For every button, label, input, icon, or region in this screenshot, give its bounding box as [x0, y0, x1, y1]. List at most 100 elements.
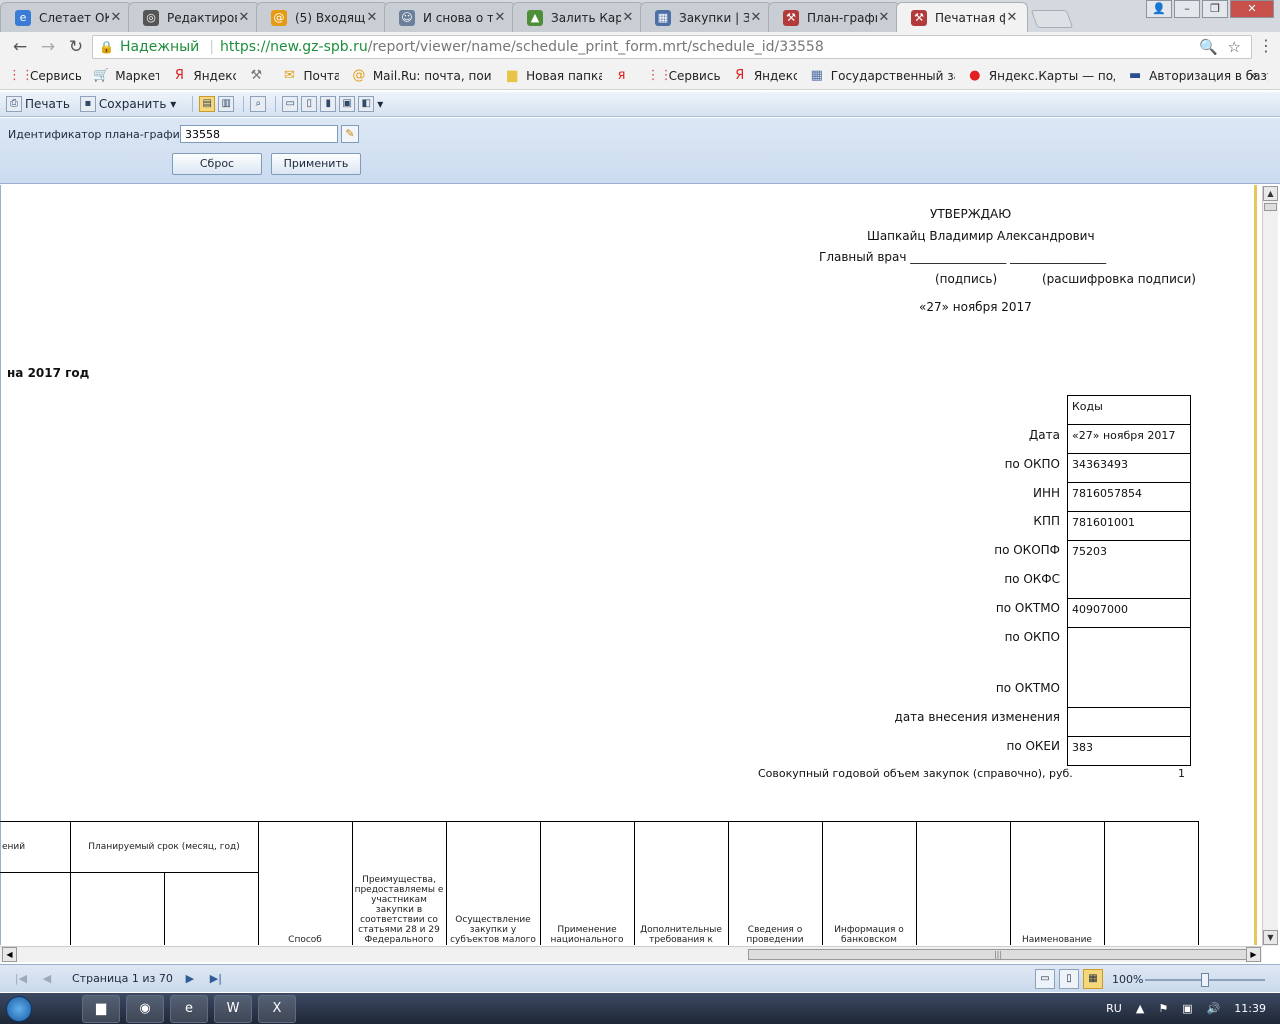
explorer-icon[interactable]: ▆ [82, 994, 120, 1023]
code-value: «27» ноября 2017 [1067, 424, 1191, 454]
chrome-menu-icon[interactable]: ⋮ [1258, 36, 1274, 55]
close-tab-icon[interactable]: ✕ [1005, 10, 1019, 25]
bookmark-item[interactable]: ▦ Государственный за [809, 68, 955, 84]
scroll-thumb[interactable] [1264, 203, 1277, 211]
zoom-icon[interactable]: 🔍 [1199, 38, 1218, 56]
close-tab-icon[interactable]: ✕ [109, 10, 123, 25]
close-tab-icon[interactable]: ✕ [621, 10, 635, 25]
toolbar-divider [243, 96, 245, 112]
header-method: Способ [257, 821, 353, 946]
scroll-up-button[interactable]: ▲ [1263, 186, 1278, 201]
bookmark-item[interactable]: ⚒ [248, 68, 269, 84]
bookmarks-panel-icon[interactable]: ▥ [218, 96, 235, 112]
zoom-slider[interactable] [1145, 973, 1265, 987]
volume-icon[interactable]: 🔊 [1207, 1002, 1221, 1015]
browser-tab[interactable]: ⚒ План-график✕ [768, 2, 900, 32]
view-mode-icon[interactable]: ◧ [358, 96, 375, 112]
close-tab-icon[interactable]: ✕ [493, 10, 507, 25]
action-center-icon[interactable]: ⚑ [1158, 1002, 1168, 1015]
browser-tab[interactable]: ▲ Залить Карти✕ [512, 2, 644, 32]
windows-logo-icon [6, 995, 32, 1022]
approve-heading: УТВЕРЖДАЮ [930, 207, 1012, 221]
code-value [1067, 627, 1191, 708]
browser-tab[interactable]: ▦ Закупки | Зак✕ [640, 2, 772, 32]
user-icon[interactable]: 👤 [1146, 0, 1172, 18]
multi-page-icon[interactable]: ▮ [320, 96, 337, 112]
bookmark-label: Яндекс [193, 68, 237, 83]
ie-icon[interactable]: e [170, 994, 208, 1023]
last-page-icon[interactable]: ▶| [207, 972, 225, 985]
scroll-thumb[interactable]: ||| [748, 949, 1248, 960]
bookmark-item[interactable]: @ Mail.Ru: почта, поис [351, 68, 492, 84]
single-page-icon[interactable]: ▭ [282, 96, 299, 112]
reload-button[interactable]: ↻ [62, 37, 90, 57]
bookmark-item[interactable]: я [614, 68, 635, 84]
scroll-right-button[interactable]: ▶ [1246, 947, 1261, 962]
save-button[interactable]: ▪ Сохранить ▾ [79, 96, 176, 112]
prev-page-icon[interactable]: ◀ [38, 972, 56, 985]
bookmark-item[interactable]: Я Яндекс [171, 68, 237, 84]
pencil-icon[interactable]: ✎ [341, 125, 359, 143]
browser-tab[interactable]: e Слетает ОКТМ✕ [0, 2, 132, 32]
bookmark-star-icon[interactable]: ☆ [1228, 38, 1241, 56]
browser-tab[interactable]: ◎ Редактирован✕ [128, 2, 260, 32]
continuous-icon[interactable]: ▯ [301, 96, 318, 112]
bookmark-item[interactable]: ⋮⋮ Сервисы [8, 68, 81, 84]
schedule-id-input[interactable] [180, 125, 338, 143]
bookmark-item[interactable]: ✉ Почта [281, 68, 339, 84]
excel-icon[interactable]: X [258, 994, 296, 1023]
bookmark-item[interactable]: ▬ Авторизация в базу [1127, 68, 1268, 84]
two-page-view-icon[interactable]: ▯ [1059, 969, 1079, 989]
next-page-icon[interactable]: ▶ [181, 972, 199, 985]
scroll-left-button[interactable]: ◀ [2, 947, 17, 962]
multi-page-view-icon[interactable]: ▦ [1083, 969, 1103, 989]
minimize-button[interactable]: – [1174, 0, 1200, 18]
bookmarks-more-icon[interactable]: » [1249, 68, 1258, 84]
page-setup-icon[interactable]: ▣ [339, 96, 356, 112]
forward-button[interactable]: → [34, 37, 62, 57]
bookmark-item[interactable]: ● Яндекс.Карты — под [967, 68, 1115, 84]
bookmarks-bar: ⋮⋮ Сервисы 🛒 Маркет Я Яндекс ⚒ ✉ Почта @ Mail.Ru: … [0, 62, 1280, 90]
single-page-view-icon[interactable]: ▭ [1035, 969, 1055, 989]
find-icon[interactable]: ⌕ [250, 96, 267, 112]
first-page-icon[interactable]: |◀ [12, 972, 30, 985]
close-tab-icon[interactable]: ✕ [365, 10, 379, 25]
language-indicator[interactable]: RU [1106, 1002, 1122, 1015]
scroll-down-button[interactable]: ▼ [1263, 930, 1278, 945]
parameters-icon[interactable]: ▤ [199, 96, 216, 112]
word-icon[interactable]: W [214, 994, 252, 1023]
view-mode-group: ▭ ▯ ▦ [1035, 969, 1107, 989]
close-tab-icon[interactable]: ✕ [877, 10, 891, 25]
chrome-icon[interactable]: ◉ [126, 994, 164, 1023]
url-field[interactable]: 🔒 Надежный | https://new.gz-spb.ru/repor… [92, 35, 1252, 59]
code-label: по ОКТМО [995, 601, 1060, 615]
zoom-slider-handle[interactable] [1201, 973, 1209, 987]
bookmark-item[interactable]: 🛒 Маркет [93, 68, 159, 84]
year-title: на 2017 год [7, 366, 90, 380]
reset-button[interactable]: Сброс [172, 153, 262, 175]
apply-button[interactable]: Применить [271, 153, 361, 175]
vertical-scrollbar[interactable]: ▲ ▼ [1262, 186, 1278, 946]
browser-tab[interactable]: @ (5) Входящие✕ [256, 2, 388, 32]
network-icon[interactable]: ▣ [1182, 1002, 1192, 1015]
maximize-button[interactable]: ❐ [1202, 0, 1228, 18]
bookmark-item[interactable]: Я Яндекс [732, 68, 797, 84]
start-button[interactable] [0, 994, 38, 1024]
chevron-down-icon[interactable]: ▾ [377, 97, 383, 111]
print-button[interactable]: ⎙ Печать [6, 96, 70, 112]
close-tab-icon[interactable]: ✕ [237, 10, 251, 25]
back-button[interactable]: ← [6, 37, 34, 57]
header-national-regime: Применение национального [539, 821, 635, 946]
code-value: 40907000 [1067, 598, 1191, 628]
tray-expand-icon[interactable]: ▲ [1136, 1002, 1144, 1015]
close-tab-icon[interactable]: ✕ [749, 10, 763, 25]
report-status-bar: |◀ ◀ Страница 1 из 70 ▶ ▶| ▭ ▯ ▦ 100% [0, 964, 1280, 992]
bookmark-item[interactable]: ⋮⋮ Сервисы [647, 68, 720, 84]
browser-tab[interactable]: ☺ И снова о то✕ [384, 2, 516, 32]
browser-tab[interactable]: ⚒ Печатная фо✕ [896, 2, 1028, 32]
bookmark-item[interactable]: ▆ Новая папка [504, 68, 601, 84]
new-tab-button[interactable] [1030, 10, 1074, 28]
clock[interactable]: 11:39 [1234, 1002, 1266, 1015]
horizontal-scrollbar[interactable]: ◀ ||| ▶ [0, 946, 1262, 962]
close-window-button[interactable]: ✕ [1230, 0, 1274, 18]
